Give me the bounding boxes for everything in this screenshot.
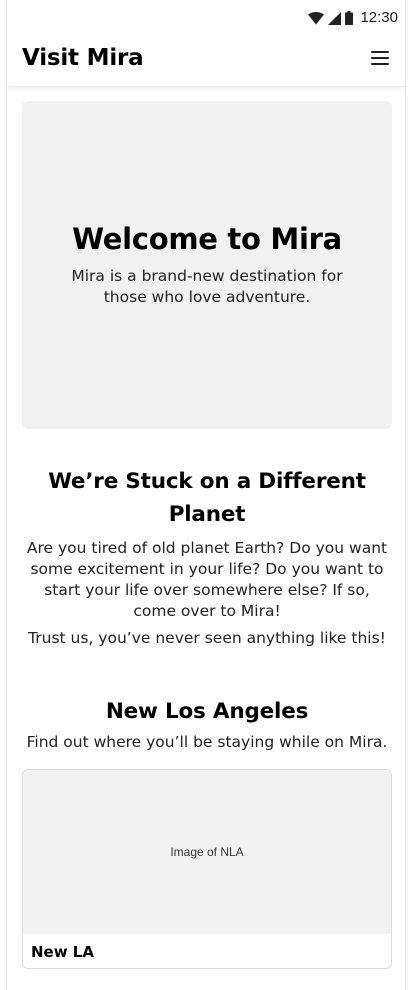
city-text: Find out where you’ll be staying while o…	[26, 733, 388, 751]
app-header: Visit Mira	[7, 36, 405, 87]
intro-title: We’re Stuck on a Different Planet	[48, 469, 366, 527]
card-image: Image of NLA	[23, 770, 391, 934]
status-icons: 12:30	[308, 9, 398, 27]
status-bar: 12:30	[7, 0, 405, 36]
intro-text: Are you tired of old planet Earth? Do yo…	[26, 539, 388, 620]
card-caption: New LA	[31, 943, 94, 961]
menu-line	[371, 57, 389, 59]
card-image-label: Image of NLA	[170, 845, 244, 859]
wifi-icon	[308, 11, 325, 24]
hero-title: Welcome to Mira	[72, 222, 342, 256]
hero-banner: Welcome to Mira Mira is a brand-new dest…	[22, 101, 392, 429]
city-section: New Los Angeles Find out where you’ll be…	[22, 696, 392, 753]
hamburger-menu-icon[interactable]	[371, 51, 389, 65]
status-time: 12:30	[360, 9, 398, 26]
cellular-signal-icon	[328, 11, 342, 25]
city-card[interactable]: Image of NLA New LA	[22, 769, 392, 969]
battery-icon	[345, 11, 354, 25]
menu-line	[371, 51, 389, 53]
menu-line	[371, 63, 389, 65]
intro-tagline: Trust us, you’ve never seen anything lik…	[28, 629, 386, 647]
intro-section: We’re Stuck on a Different Planet Are yo…	[22, 465, 392, 649]
site-title[interactable]: Visit Mira	[22, 43, 144, 73]
city-title: New Los Angeles	[105, 699, 309, 724]
hero-text: Mira is a brand-new destination for thos…	[71, 267, 343, 306]
app-frame: 12:30 Visit Mira Welcome to Mira Mira is…	[6, 0, 406, 990]
